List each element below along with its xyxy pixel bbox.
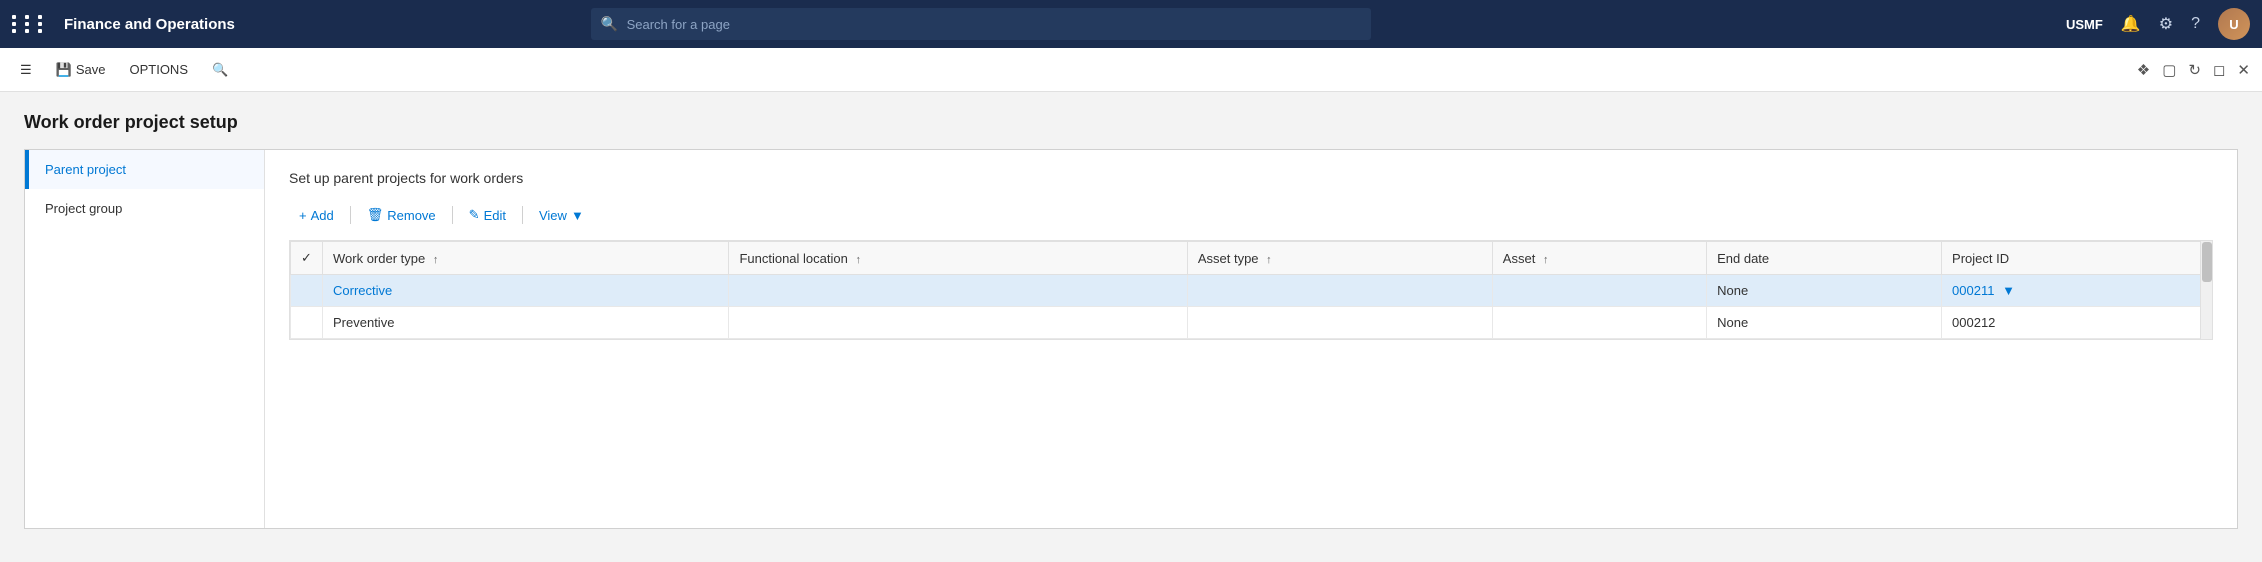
top-nav-right: USMF 🔔 ⚙ ? U: [2066, 8, 2250, 40]
content-area: Set up parent projects for work orders +…: [265, 150, 2237, 528]
project-id-cell-2[interactable]: 000212: [1942, 307, 2212, 339]
page-body: Work order project setup Parent project …: [0, 92, 2262, 549]
sort-arrow-asset-type: ↑: [1266, 254, 1272, 266]
remove-button[interactable]: 🗑 Remove: [357, 202, 446, 228]
avatar[interactable]: U: [2218, 8, 2250, 40]
functional-location-cell-1[interactable]: [729, 275, 1187, 307]
add-icon: +: [299, 208, 307, 223]
page-title: Work order project setup: [24, 112, 2238, 133]
search-icon: 🔍: [601, 16, 618, 33]
hamburger-icon: ☰: [20, 62, 32, 78]
diamond-icon[interactable]: ❖: [2137, 61, 2150, 79]
settings-icon[interactable]: ⚙: [2159, 14, 2173, 34]
work-order-type-cell-1[interactable]: Corrective: [323, 275, 729, 307]
edit-button[interactable]: ✎ Edit: [459, 202, 516, 228]
expand-icon[interactable]: ◻: [2213, 61, 2225, 79]
save-button[interactable]: 💾 Save: [48, 58, 114, 82]
main-content: Parent project Project group Set up pare…: [24, 149, 2238, 529]
asset-type-cell-2[interactable]: [1187, 307, 1492, 339]
sidebar-item-parent-project[interactable]: Parent project: [25, 150, 264, 189]
app-title: Finance and Operations: [64, 16, 235, 33]
sidebar-item-project-group[interactable]: Project group: [25, 189, 264, 228]
project-id-cell-1[interactable]: 000211 ▼: [1942, 275, 2212, 307]
office-icon[interactable]: ▢: [2162, 61, 2176, 79]
asset-cell-2[interactable]: [1492, 307, 1706, 339]
search-container: 🔍: [591, 8, 1371, 40]
toolbar-right: ❖ ▢ ↻ ◻ ✕: [2137, 61, 2250, 79]
col-asset[interactable]: Asset ↑: [1492, 242, 1706, 275]
help-icon[interactable]: ?: [2191, 15, 2200, 33]
close-icon[interactable]: ✕: [2237, 61, 2250, 79]
table-wrapper: ✓ Work order type ↑ Functional location …: [289, 240, 2213, 340]
edit-icon: ✎: [469, 207, 480, 223]
action-sep-2: [452, 206, 453, 224]
sidebar: Parent project Project group: [25, 150, 265, 528]
notification-icon[interactable]: 🔔: [2121, 14, 2141, 34]
scrollbar-thumb[interactable]: [2202, 242, 2212, 282]
dropdown-arrow-icon[interactable]: ▼: [2002, 283, 2015, 298]
scrollbar-right[interactable]: [2200, 241, 2212, 339]
action-sep-3: [522, 206, 523, 224]
asset-cell-1[interactable]: [1492, 275, 1706, 307]
asset-type-cell-1[interactable]: [1187, 275, 1492, 307]
chevron-down-icon: ▼: [571, 208, 584, 223]
col-work-order-type[interactable]: Work order type ↑: [323, 242, 729, 275]
view-button[interactable]: View ▼: [529, 203, 594, 228]
add-button[interactable]: + Add: [289, 203, 344, 228]
save-icon: 💾: [56, 62, 72, 78]
action-sep-1: [350, 206, 351, 224]
hamburger-button[interactable]: ☰: [12, 58, 40, 82]
search-toolbar-button[interactable]: 🔍: [204, 58, 236, 82]
trash-icon: 🗑: [367, 207, 384, 223]
toolbar: ☰ 💾 Save OPTIONS 🔍 ❖ ▢ ↻ ◻ ✕: [0, 48, 2262, 92]
action-bar: + Add 🗑 Remove ✎ Edit View ▼: [289, 202, 2213, 228]
options-button[interactable]: OPTIONS: [121, 58, 196, 81]
user-label: USMF: [2066, 17, 2103, 32]
col-asset-type[interactable]: Asset type ↑: [1187, 242, 1492, 275]
section-title: Set up parent projects for work orders: [289, 170, 2213, 186]
row-check-2[interactable]: [291, 307, 323, 339]
work-order-type-cell-2[interactable]: Preventive: [323, 307, 729, 339]
search-toolbar-icon: 🔍: [212, 62, 228, 78]
refresh-icon[interactable]: ↻: [2188, 61, 2201, 79]
data-table: ✓ Work order type ↑ Functional location …: [290, 241, 2212, 339]
search-input[interactable]: [591, 8, 1371, 40]
table-row[interactable]: Preventive None 000212: [291, 307, 2212, 339]
col-end-date[interactable]: End date: [1707, 242, 1942, 275]
functional-location-cell-2[interactable]: [729, 307, 1187, 339]
col-project-id[interactable]: Project ID: [1942, 242, 2212, 275]
grid-menu-icon[interactable]: [12, 15, 48, 33]
top-nav: Finance and Operations 🔍 USMF 🔔 ⚙ ? U: [0, 0, 2262, 48]
sort-arrow-work-order: ↑: [433, 254, 439, 266]
sort-arrow-func-loc: ↑: [855, 254, 861, 266]
end-date-cell-1[interactable]: None: [1707, 275, 1942, 307]
end-date-cell-2[interactable]: None: [1707, 307, 1942, 339]
table-row[interactable]: Corrective None 000211 ▼: [291, 275, 2212, 307]
row-check-1[interactable]: [291, 275, 323, 307]
sort-arrow-asset: ↑: [1543, 254, 1549, 266]
check-header: ✓: [291, 242, 323, 275]
table-header-row: ✓ Work order type ↑ Functional location …: [291, 242, 2212, 275]
col-functional-location[interactable]: Functional location ↑: [729, 242, 1187, 275]
